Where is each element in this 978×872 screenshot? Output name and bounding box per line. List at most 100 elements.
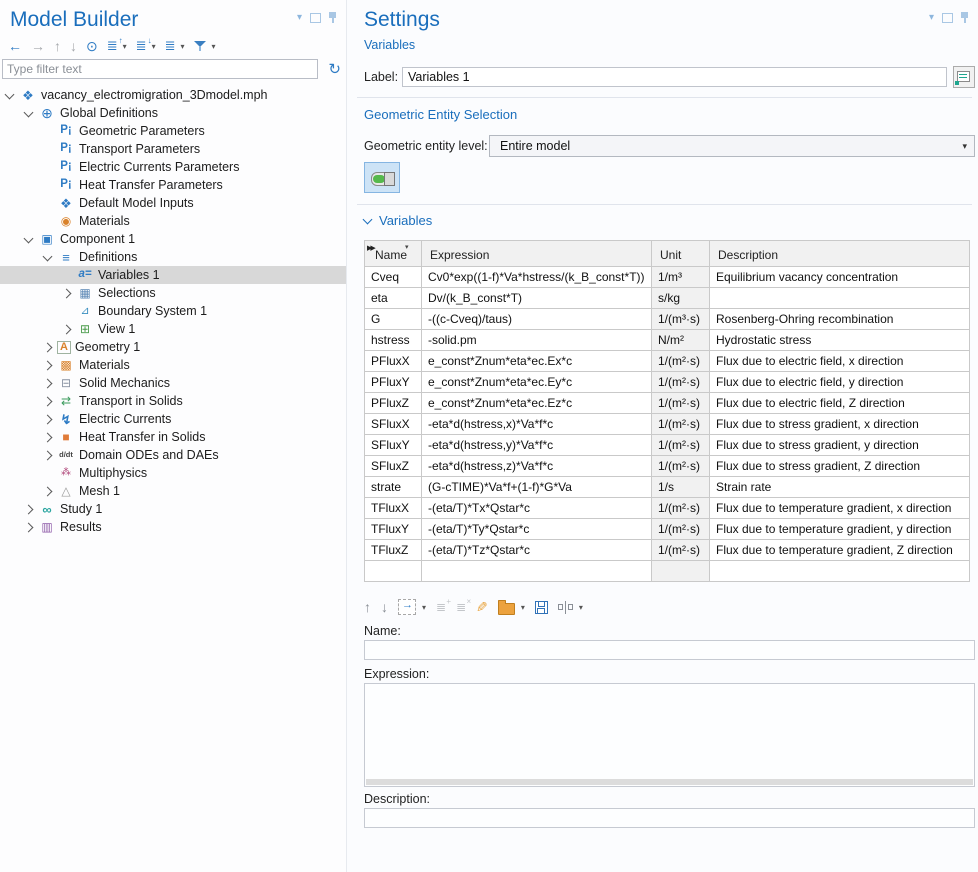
tree-chevron-icon[interactable]	[24, 522, 34, 532]
description-cell[interactable]: Flux due to stress gradient, Z direction	[710, 456, 970, 477]
expression-cell[interactable]: Cv0*exp((1-f)*Va*hstress/(k_B_const*T))	[422, 267, 652, 288]
unit-cell[interactable]	[652, 561, 710, 582]
unit-cell[interactable]: 1/(m²·s)	[652, 435, 710, 456]
filter-input[interactable]	[2, 59, 318, 79]
filter-icon[interactable]	[194, 40, 207, 53]
name-cell[interactable]: PFluxY	[365, 372, 422, 393]
description-input[interactable]	[364, 808, 975, 828]
tree-item-electric-currents[interactable]: ↯ Electric Currents	[0, 410, 346, 428]
tree-chevron-icon[interactable]	[24, 233, 34, 243]
unit-cell[interactable]: N/m²	[652, 330, 710, 351]
name-cell[interactable]: SFluxY	[365, 435, 422, 456]
show-icon[interactable]: ⊙	[86, 38, 98, 55]
unit-cell[interactable]: 1/(m²·s)	[652, 351, 710, 372]
tree-item-transport-in-solids[interactable]: ⇄ Transport in Solids	[0, 392, 346, 410]
expression-cell[interactable]: Dv/(k_B_const*T)	[422, 288, 652, 309]
expression-cell[interactable]: e_const*Znum*eta*ec.Ey*c	[422, 372, 652, 393]
create-note-button[interactable]	[953, 66, 975, 88]
tree-item-transport-parameters[interactable]: P¡ Transport Parameters	[0, 140, 346, 158]
unit-cell[interactable]: s/kg	[652, 288, 710, 309]
load-from-file-icon[interactable]	[498, 603, 515, 615]
unit-cell[interactable]: 1/(m²·s)	[652, 393, 710, 414]
name-cell[interactable]: TFluxY	[365, 519, 422, 540]
collapse-all-icon[interactable]: ≣↓	[136, 38, 147, 54]
name-cell[interactable]: PFluxX	[365, 351, 422, 372]
tree-item-heat-transfer-in-solids[interactable]: ■ Heat Transfer in Solids	[0, 428, 346, 446]
tree-item-multiphysics[interactable]: ⁂ Multiphysics	[0, 464, 346, 482]
expand-all-icon[interactable]: ≣↑	[107, 38, 118, 54]
expression-cell[interactable]: -((c-Cveq)/taus)	[422, 309, 652, 330]
description-cell[interactable]: Flux due to temperature gradient, Z dire…	[710, 540, 970, 561]
description-cell[interactable]: Hydrostatic stress	[710, 330, 970, 351]
description-cell[interactable]: Flux due to electric field, y direction	[710, 372, 970, 393]
expression-cell[interactable]: -eta*d(hstress,x)*Va*f*c	[422, 414, 652, 435]
description-cell[interactable]: Strain rate	[710, 477, 970, 498]
move-to-icon[interactable]: →	[398, 599, 416, 615]
tree-item-domain-odes-and-daes[interactable]: d/dt Domain ODEs and DAEs	[0, 446, 346, 464]
tree-item-geometry-1[interactable]: A Geometry 1	[0, 338, 346, 356]
tree-chevron-icon[interactable]	[43, 378, 53, 388]
unit-cell[interactable]: 1/(m²·s)	[652, 456, 710, 477]
unit-cell[interactable]: 1/(m³·s)	[652, 309, 710, 330]
forward-icon[interactable]: →	[31, 38, 45, 54]
save-to-file-icon[interactable]	[535, 601, 548, 614]
expression-cell[interactable]: (G-cTIME)*Va*f+(1-f)*G*Va	[422, 477, 652, 498]
tree-chevron-icon[interactable]	[24, 107, 34, 117]
tree-item-heat-transfer-parameters[interactable]: P¡ Heat Transfer Parameters	[0, 176, 346, 194]
unit-cell[interactable]: 1/(m²·s)	[652, 414, 710, 435]
name-cell[interactable]: strate	[365, 477, 422, 498]
description-cell[interactable]: Equilibrium vacancy concentration	[710, 267, 970, 288]
edit-field-dropdown-icon[interactable]: ▾	[579, 603, 583, 612]
description-cell[interactable]	[710, 288, 970, 309]
pin-panel-icon[interactable]	[329, 12, 336, 23]
description-cell[interactable]: Flux due to temperature gradient, y dire…	[710, 519, 970, 540]
expression-textarea[interactable]	[364, 683, 975, 787]
tree-item-geometric-parameters[interactable]: P¡ Geometric Parameters	[0, 122, 346, 140]
name-cell[interactable]: SFluxZ	[365, 456, 422, 477]
row-down-icon[interactable]: ↓	[381, 599, 388, 615]
back-icon[interactable]: ←	[8, 38, 22, 54]
name-cell[interactable]	[365, 561, 422, 582]
name-column-header[interactable]: ▶▶ ▾ Name	[365, 241, 422, 267]
expression-cell[interactable]	[422, 561, 652, 582]
description-cell[interactable]: Flux due to stress gradient, x direction	[710, 414, 970, 435]
expression-cell[interactable]: -(eta/T)*Tz*Qstar*c	[422, 540, 652, 561]
name-cell[interactable]: TFluxX	[365, 498, 422, 519]
description-cell[interactable]: Flux due to electric field, Z direction	[710, 393, 970, 414]
filter-dropdown-icon[interactable]: ▾	[212, 42, 216, 51]
unit-cell[interactable]: 1/s	[652, 477, 710, 498]
clear-table-icon[interactable]: ✎	[476, 599, 488, 616]
tree-chevron-icon[interactable]	[5, 89, 15, 99]
tree-chevron-icon[interactable]	[62, 288, 72, 298]
name-cell[interactable]: G	[365, 309, 422, 330]
description-cell[interactable]	[710, 561, 970, 582]
tree-chevron-icon[interactable]	[43, 342, 53, 352]
tree-item-definitions[interactable]: ≡ Definitions	[0, 248, 346, 266]
expand-dropdown-icon[interactable]: ▾	[123, 42, 127, 51]
load-dropdown-icon[interactable]: ▾	[521, 603, 525, 612]
description-cell[interactable]: Flux due to electric field, x direction	[710, 351, 970, 372]
unit-column-header[interactable]: Unit	[652, 241, 710, 267]
delete-row-icon[interactable]: ≣×	[456, 600, 466, 614]
float-panel-icon[interactable]	[310, 13, 321, 23]
name-cell[interactable]: SFluxX	[365, 414, 422, 435]
tree-chevron-icon[interactable]	[43, 450, 53, 460]
unit-cell[interactable]: 1/(m²·s)	[652, 498, 710, 519]
refresh-icon[interactable]: ↻	[328, 60, 341, 78]
tree-chevron-icon[interactable]	[43, 486, 53, 496]
edit-field-icon[interactable]	[558, 601, 573, 614]
tree-item-mesh-1[interactable]: △ Mesh 1	[0, 482, 346, 500]
tree-item-variables-1[interactable]: a= Variables 1	[0, 266, 346, 284]
description-cell[interactable]: Rosenberg-Ohring recombination	[710, 309, 970, 330]
horizontal-scrollbar[interactable]	[366, 779, 973, 785]
unit-cell[interactable]: 1/(m²·s)	[652, 372, 710, 393]
tree-item-global-definitions[interactable]: ⊕ Global Definitions	[0, 104, 346, 122]
tree-item-default-model-inputs[interactable]: ❖ Default Model Inputs	[0, 194, 346, 212]
name-cell[interactable]: Cveq	[365, 267, 422, 288]
name-cell[interactable]: eta	[365, 288, 422, 309]
settings-float-icon[interactable]	[942, 13, 953, 23]
settings-menu-icon[interactable]: ▾	[929, 13, 934, 23]
expression-cell[interactable]: -(eta/T)*Tx*Qstar*c	[422, 498, 652, 519]
active-selection-toggle-button[interactable]	[364, 162, 400, 193]
move-up-icon[interactable]: ↑	[54, 38, 61, 54]
